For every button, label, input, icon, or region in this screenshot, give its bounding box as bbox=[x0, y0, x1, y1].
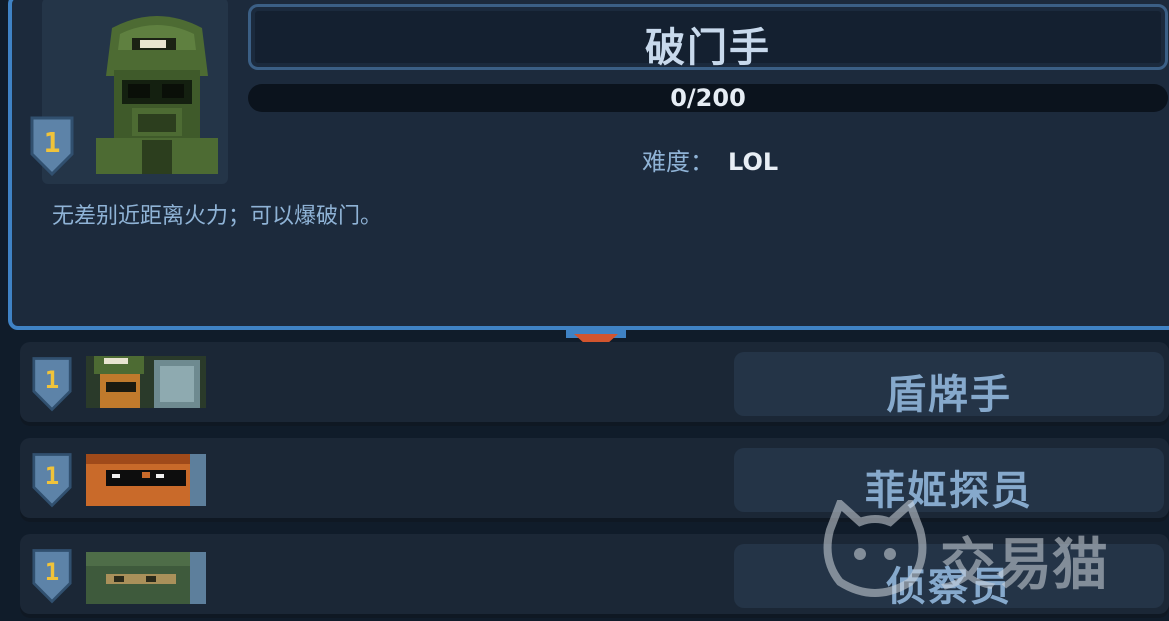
cat-logo-icon bbox=[823, 500, 927, 597]
progress-bar: 0/200 bbox=[248, 84, 1168, 112]
difficulty-row: 难度： LOL bbox=[642, 142, 778, 177]
level-badge: 1 bbox=[30, 116, 74, 177]
character-description: 无差别近距离火力；可以爆破门。 bbox=[52, 204, 383, 229]
list-item-name: 盾牌手 bbox=[886, 372, 1012, 418]
progress-text: 0/200 bbox=[670, 84, 746, 112]
row-label-box: 盾牌手 bbox=[734, 352, 1164, 418]
level-number: 1 bbox=[44, 462, 60, 490]
level-badge: 1 bbox=[32, 356, 72, 412]
shield-soldier-icon bbox=[86, 356, 206, 408]
soldier-portrait-icon bbox=[96, 16, 218, 174]
difficulty-label: 难度： bbox=[642, 148, 714, 176]
watermark: 交易猫 bbox=[820, 498, 1150, 608]
difficulty-value: LOL bbox=[728, 148, 779, 176]
character-title-bar: 破门手 bbox=[248, 4, 1168, 71]
watermark-text: 交易猫 bbox=[940, 533, 1108, 598]
level-number: 1 bbox=[43, 126, 61, 159]
scout-hood-icon bbox=[86, 552, 206, 604]
agent-sunglasses-icon bbox=[86, 454, 206, 506]
list-item-shield[interactable]: 1 盾牌手 bbox=[20, 342, 1169, 426]
level-number: 1 bbox=[44, 366, 60, 394]
level-badge: 1 bbox=[32, 548, 72, 604]
character-name: 破门手 bbox=[645, 25, 771, 71]
level-badge: 1 bbox=[32, 452, 72, 508]
selected-character-card: 1 破门手 0/200 难度： LOL 无差别近距离火力；可以爆破门。 bbox=[8, 0, 1169, 330]
level-number: 1 bbox=[44, 558, 60, 586]
